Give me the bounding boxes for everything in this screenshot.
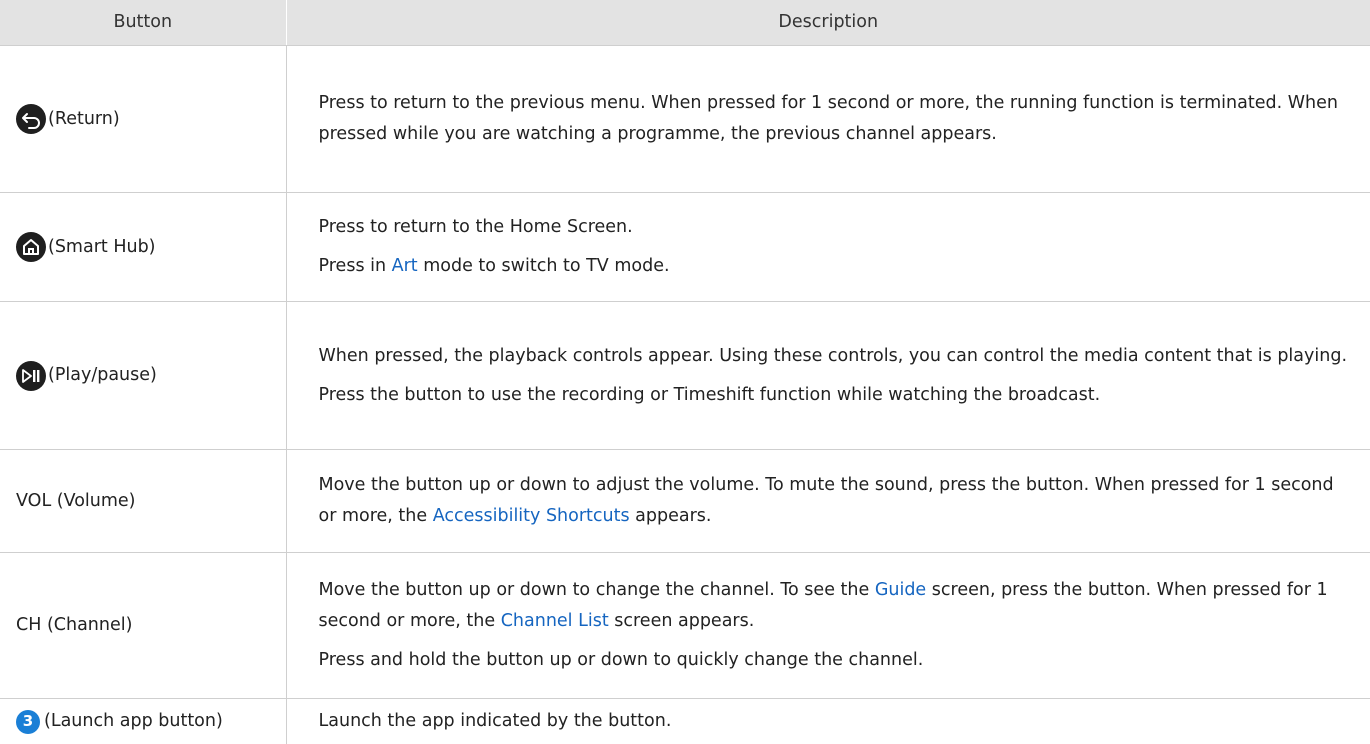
table-row: (Return) Press to return to the previous… — [0, 46, 1370, 193]
button-label: (Smart Hub) — [48, 232, 156, 263]
button-channel: CH (Channel) — [16, 615, 132, 635]
description-text: When pressed, the playback controls appe… — [319, 341, 1357, 372]
button-launch-app: 3 (Launch app button) — [16, 706, 286, 737]
button-label: (Play/pause) — [48, 360, 157, 391]
header-description: Description — [286, 0, 1370, 46]
table-row: CH (Channel) Move the button up or down … — [0, 553, 1370, 699]
text-segment: screen appears. — [609, 611, 755, 631]
channel-list-link: Channel List — [501, 611, 609, 631]
guide-link: Guide — [875, 580, 926, 600]
table-row: (Smart Hub) Press to return to the Home … — [0, 193, 1370, 302]
text-segment: appears. — [630, 506, 712, 526]
description-text: Press the button to use the recording or… — [319, 380, 1357, 411]
play-pause-icon — [16, 361, 46, 391]
description-text: Press in Art mode to switch to TV mode. — [319, 251, 1357, 282]
home-icon — [16, 232, 46, 262]
button-return: (Return) — [16, 104, 286, 135]
description-text: Press to return to the Home Screen. — [319, 212, 1357, 243]
table-row: VOL (Volume) Move the button up or down … — [0, 450, 1370, 553]
text-segment: Move the button up or down to change the… — [319, 580, 875, 600]
accessibility-shortcuts-link: Accessibility Shortcuts — [433, 506, 630, 526]
art-mode-link: Art — [392, 256, 418, 276]
button-play-pause: (Play/pause) — [16, 360, 286, 391]
table-row: 3 (Launch app button) Launch the app ind… — [0, 699, 1370, 744]
table-header: Button Description — [0, 0, 1370, 46]
remote-buttons-table: Button Description (Return) Press to ret… — [0, 0, 1370, 744]
number-three-icon: 3 — [16, 710, 40, 734]
button-label: (Return) — [48, 104, 120, 135]
button-smart-hub: (Smart Hub) — [16, 232, 286, 263]
text-segment: Press in — [319, 256, 392, 276]
return-arrow-icon — [16, 104, 46, 134]
header-button: Button — [0, 0, 286, 46]
table-row: (Play/pause) When pressed, the playback … — [0, 302, 1370, 450]
button-label: (Launch app button) — [44, 706, 223, 737]
description-text: Launch the app indicated by the button. — [319, 706, 1357, 737]
description-text: Press and hold the button up or down to … — [319, 645, 1357, 676]
description-text: Press to return to the previous menu. Wh… — [319, 88, 1357, 150]
text-segment: mode to switch to TV mode. — [418, 256, 670, 276]
description-text: Move the button up or down to adjust the… — [319, 470, 1357, 532]
description-text: Move the button up or down to change the… — [319, 575, 1357, 637]
button-volume: VOL (Volume) — [16, 491, 136, 511]
